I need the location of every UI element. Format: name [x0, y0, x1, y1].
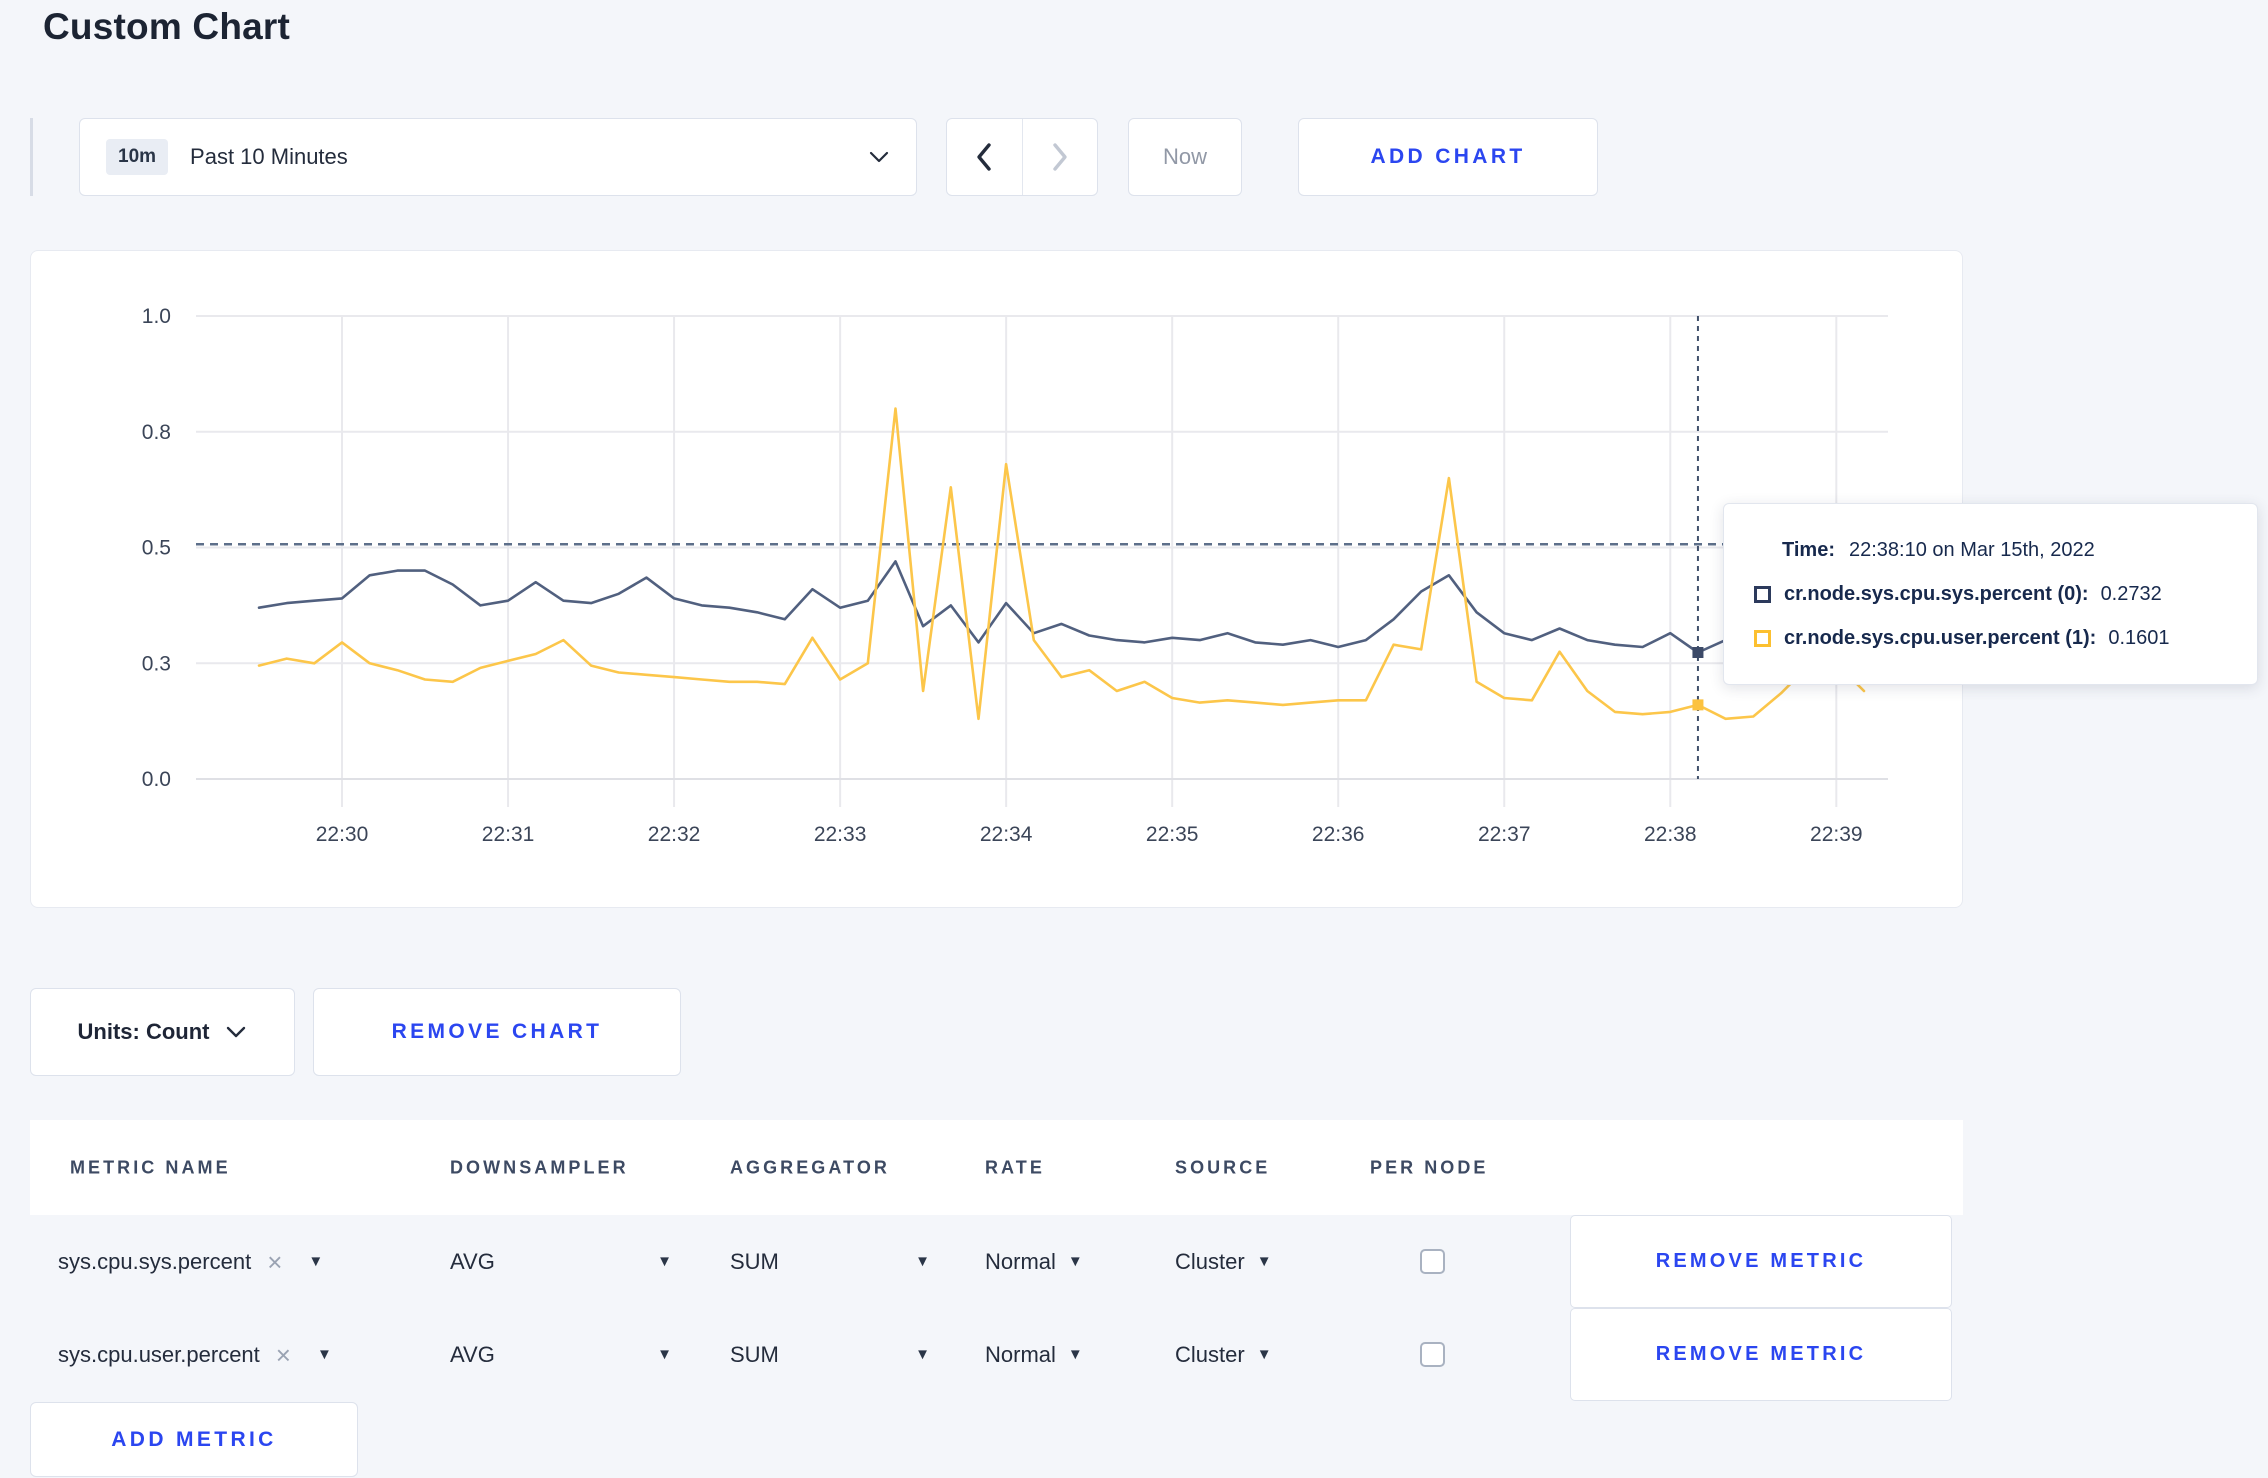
metric-name-select[interactable]: sys.cpu.user.percent × ▼	[58, 1308, 488, 1401]
caret-down-icon: ▼	[657, 1253, 672, 1270]
aggregator-select[interactable]: SUM ▼	[730, 1308, 930, 1401]
caret-down-icon: ▼	[915, 1346, 930, 1363]
svg-text:1.0: 1.0	[142, 305, 171, 328]
header-source: SOURCE	[1175, 1157, 1271, 1177]
svg-text:0.8: 0.8	[142, 421, 171, 444]
custom-chart-page: Custom Chart 10m Past 10 Minutes Now ADD…	[0, 0, 2268, 1478]
chart-tooltip: Time: 22:38:10 on Mar 15th, 2022 cr.node…	[1723, 503, 2258, 685]
metric-row-user: sys.cpu.user.percent × ▼ AVG ▼ SUM ▼ Nor…	[30, 1308, 1963, 1401]
time-range-select[interactable]: 10m Past 10 Minutes	[79, 118, 917, 196]
time-range-badge: 10m	[106, 139, 169, 175]
header-downsampler: DOWNSAMPLER	[450, 1157, 629, 1177]
per-node-cell	[1370, 1215, 1494, 1308]
metric-name: sys.cpu.user.percent	[58, 1341, 260, 1367]
svg-text:22:37: 22:37	[1478, 823, 1531, 846]
per-node-checkbox[interactable]	[1419, 1249, 1445, 1274]
downsampler-select[interactable]: AVG ▼	[450, 1215, 672, 1308]
user-series-swatch-icon	[1754, 629, 1771, 647]
aggregator-value: SUM	[730, 1248, 779, 1274]
svg-text:22:33: 22:33	[814, 823, 867, 846]
per-node-checkbox[interactable]	[1419, 1342, 1445, 1367]
time-step-buttons	[946, 118, 1098, 196]
header-metric-name: METRIC NAME	[70, 1157, 231, 1177]
aggregator-value: SUM	[730, 1341, 779, 1367]
tooltip-time-value: 22:38:10 on Mar 15th, 2022	[1848, 538, 2095, 561]
clear-metric-icon[interactable]: ×	[276, 1342, 291, 1368]
downsampler-select[interactable]: AVG ▼	[450, 1308, 672, 1401]
caret-down-icon: ▼	[915, 1253, 930, 1270]
header-per-node: PER NODE	[1370, 1157, 1489, 1177]
svg-text:22:34: 22:34	[980, 823, 1033, 846]
metrics-table-header: METRIC NAME DOWNSAMPLER AGGREGATOR RATE …	[30, 1120, 1963, 1215]
source-value: Cluster	[1175, 1341, 1245, 1367]
caret-down-icon: ▼	[1256, 1346, 1272, 1363]
downsampler-value: AVG	[450, 1341, 495, 1367]
caret-down-icon: ▼	[1067, 1346, 1083, 1363]
downsampler-value: AVG	[450, 1248, 495, 1274]
rate-select[interactable]: Normal ▼	[985, 1215, 1083, 1308]
svg-text:0.3: 0.3	[142, 652, 171, 675]
header-rate: RATE	[985, 1157, 1045, 1177]
svg-text:22:35: 22:35	[1146, 823, 1199, 846]
rate-value: Normal	[985, 1248, 1056, 1274]
timeseries-chart[interactable]: 22:30 22:31 22:32 22:33 22:34 22:35 22:36 22:37…	[31, 251, 1964, 909]
chart-card: 22:30 22:31 22:32 22:33 22:34 22:35 22:36 22:37…	[30, 250, 1963, 908]
next-time-button[interactable]	[1023, 119, 1098, 195]
source-select[interactable]: Cluster ▼	[1175, 1308, 1272, 1401]
metric-name: sys.cpu.sys.percent	[58, 1248, 252, 1274]
add-chart-button[interactable]: ADD CHART	[1298, 118, 1598, 196]
chevron-down-icon	[869, 151, 889, 163]
page-title: Custom Chart	[43, 6, 291, 47]
svg-text:22:36: 22:36	[1312, 823, 1365, 846]
rate-select[interactable]: Normal ▼	[985, 1308, 1083, 1401]
clear-metric-icon[interactable]: ×	[267, 1249, 282, 1275]
caret-down-icon: ▼	[1067, 1253, 1083, 1270]
aggregator-select[interactable]: SUM ▼	[730, 1215, 930, 1308]
source-select[interactable]: Cluster ▼	[1175, 1215, 1272, 1308]
tooltip-sys-label: cr.node.sys.cpu.sys.percent (0):	[1784, 582, 2089, 605]
chevron-left-icon	[977, 143, 991, 171]
units-select[interactable]: Units: Count	[30, 988, 295, 1076]
metric-row-sys: sys.cpu.sys.percent × ▼ AVG ▼ SUM ▼ Norm…	[30, 1215, 1963, 1308]
svg-text:0.5: 0.5	[142, 537, 171, 560]
toolbar-left-divider	[30, 118, 33, 196]
source-value: Cluster	[1175, 1248, 1245, 1274]
tooltip-user-value: 0.1601	[2108, 626, 2170, 649]
time-range-label: Past 10 Minutes	[190, 144, 348, 169]
units-label: Units: Count	[77, 1019, 210, 1044]
remove-chart-button[interactable]: REMOVE CHART	[313, 988, 681, 1076]
now-button[interactable]: Now	[1128, 118, 1242, 196]
caret-down-icon: ▼	[657, 1346, 672, 1363]
caret-down-icon: ▼	[316, 1346, 332, 1363]
svg-text:22:31: 22:31	[482, 823, 535, 846]
remove-metric-button[interactable]: REMOVE METRIC	[1570, 1308, 1952, 1401]
chevron-right-icon	[1053, 143, 1067, 171]
rate-value: Normal	[985, 1341, 1056, 1367]
svg-text:22:32: 22:32	[648, 823, 701, 846]
svg-text:0.0: 0.0	[142, 768, 171, 791]
prev-time-button[interactable]	[947, 119, 1022, 195]
tooltip-time-label: Time:	[1782, 538, 1835, 561]
per-node-cell	[1370, 1308, 1494, 1401]
metric-name-select[interactable]: sys.cpu.sys.percent × ▼	[58, 1215, 488, 1308]
svg-text:22:39: 22:39	[1810, 823, 1863, 846]
tooltip-user-label: cr.node.sys.cpu.user.percent (1):	[1784, 626, 2097, 649]
svg-text:22:30: 22:30	[316, 823, 369, 846]
tooltip-sys-value: 0.2732	[2100, 582, 2162, 605]
caret-down-icon: ▼	[1256, 1253, 1272, 1270]
add-metric-button[interactable]: ADD METRIC	[30, 1402, 358, 1477]
sys-series-swatch-icon	[1754, 585, 1771, 603]
header-aggregator: AGGREGATOR	[730, 1157, 890, 1177]
chevron-down-icon	[227, 1026, 246, 1038]
svg-text:22:38: 22:38	[1644, 823, 1697, 846]
remove-metric-button[interactable]: REMOVE METRIC	[1570, 1215, 1952, 1308]
caret-down-icon: ▼	[308, 1253, 324, 1270]
